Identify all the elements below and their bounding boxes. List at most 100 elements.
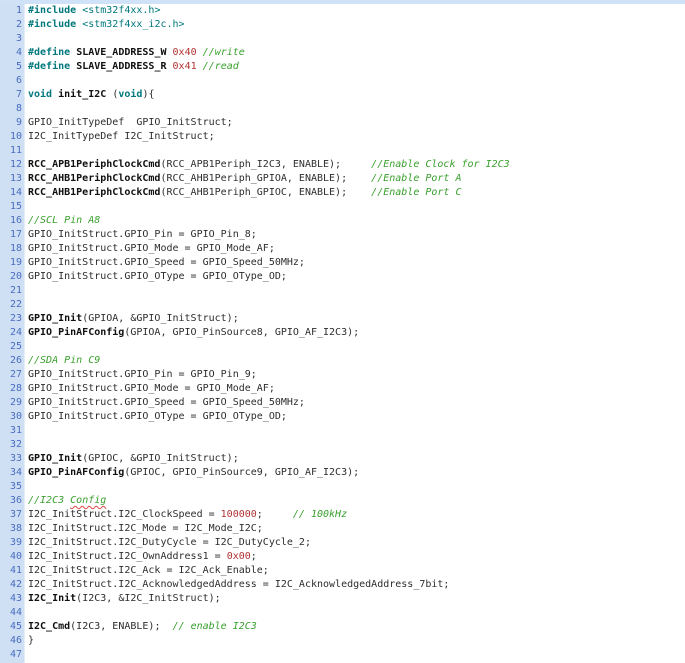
line-number[interactable]: 45 xyxy=(0,620,22,634)
code-text[interactable]: RCC_APB1PeriphClockCmd(RCC_APB1Periph_I2… xyxy=(28,158,510,172)
code-line[interactable]: 45 I2C_Cmd(I2C3, ENABLE); // enable I2C3 xyxy=(0,620,685,634)
line-number[interactable]: 4 xyxy=(0,46,22,60)
code-line[interactable]: 22 xyxy=(0,298,685,312)
line-number[interactable]: 19 xyxy=(0,256,22,270)
code-line[interactable]: 12 RCC_APB1PeriphClockCmd(RCC_APB1Periph_… xyxy=(0,158,685,172)
code-text[interactable]: GPIO_Init(GPIOA, &GPIO_InitStruct); xyxy=(28,312,239,326)
code-line[interactable]: 4 #define SLAVE_ADDRESS_W 0x40 //write xyxy=(0,46,685,60)
line-number[interactable]: 1 xyxy=(0,4,22,18)
line-number[interactable]: 14 xyxy=(0,186,22,200)
code-text[interactable]: I2C_InitStruct.I2C_DutyCycle = I2C_DutyC… xyxy=(28,536,311,550)
code-line[interactable]: 13 RCC_AHB1PeriphClockCmd(RCC_AHB1Periph_… xyxy=(0,172,685,186)
code-line[interactable]: 6 xyxy=(0,74,685,88)
line-number[interactable]: 29 xyxy=(0,396,22,410)
code-line[interactable]: 2 #include <stm32f4xx_i2c.h> xyxy=(0,18,685,32)
code-text[interactable]: RCC_AHB1PeriphClockCmd(RCC_AHB1Periph_GP… xyxy=(28,172,461,186)
line-number[interactable]: 12 xyxy=(0,158,22,172)
code-line[interactable]: 46} xyxy=(0,634,685,648)
code-line[interactable]: 28 GPIO_InitStruct.GPIO_Mode = GPIO_Mode_… xyxy=(0,382,685,396)
line-number[interactable]: 41 xyxy=(0,564,22,578)
code-text[interactable]: I2C_Init(I2C3, &I2C_InitStruct); xyxy=(28,592,221,606)
line-number[interactable]: 28 xyxy=(0,382,22,396)
line-number[interactable]: 47 xyxy=(0,648,22,662)
code-line[interactable]: 15 xyxy=(0,200,685,214)
code-text[interactable]: void init_I2C (void){ xyxy=(28,88,154,102)
code-line[interactable]: 20 GPIO_InitStruct.GPIO_OType = GPIO_OTyp… xyxy=(0,270,685,284)
line-number[interactable]: 8 xyxy=(0,102,22,116)
line-number[interactable]: 3 xyxy=(0,32,22,46)
code-text[interactable]: #define SLAVE_ADDRESS_W 0x40 //write xyxy=(28,46,245,60)
line-number[interactable]: 15 xyxy=(0,200,22,214)
code-text[interactable]: GPIO_InitStruct.GPIO_Pin = GPIO_Pin_9; xyxy=(28,368,257,382)
code-line[interactable]: 5 #define SLAVE_ADDRESS_R 0x41 //read xyxy=(0,60,685,74)
code-line[interactable]: 32 xyxy=(0,438,685,452)
code-text[interactable]: RCC_AHB1PeriphClockCmd(RCC_AHB1Periph_GP… xyxy=(28,186,461,200)
line-number[interactable]: 21 xyxy=(0,284,22,298)
code-line[interactable]: 18 GPIO_InitStruct.GPIO_Mode = GPIO_Mode_… xyxy=(0,242,685,256)
code-line[interactable]: 24 GPIO_PinAFConfig(GPIOA, GPIO_PinSource… xyxy=(0,326,685,340)
code-text[interactable]: I2C_Cmd(I2C3, ENABLE); // enable I2C3 xyxy=(28,620,257,634)
code-text[interactable]: GPIO_InitStruct.GPIO_OType = GPIO_OType_… xyxy=(28,270,287,284)
line-number[interactable]: 43 xyxy=(0,592,22,606)
code-text[interactable]: I2C_InitTypeDef I2C_InitStruct; xyxy=(28,130,215,144)
code-text[interactable]: GPIO_InitStruct.GPIO_Mode = GPIO_Mode_AF… xyxy=(28,382,275,396)
code-line[interactable]: 27 GPIO_InitStruct.GPIO_Pin = GPIO_Pin_9; xyxy=(0,368,685,382)
code-line[interactable]: 47 xyxy=(0,648,685,662)
code-line[interactable]: 44 xyxy=(0,606,685,620)
code-line[interactable]: 43 I2C_Init(I2C3, &I2C_InitStruct); xyxy=(0,592,685,606)
code-line[interactable]: 9 GPIO_InitTypeDef GPIO_InitStruct; xyxy=(0,116,685,130)
line-number[interactable]: 39 xyxy=(0,536,22,550)
line-number[interactable]: 31 xyxy=(0,424,22,438)
code-line[interactable]: 1 #include <stm32f4xx.h> xyxy=(0,4,685,18)
line-number[interactable]: 18 xyxy=(0,242,22,256)
line-number[interactable]: 37 xyxy=(0,508,22,522)
code-line[interactable]: 10 I2C_InitTypeDef I2C_InitStruct; xyxy=(0,130,685,144)
code-text[interactable]: I2C_InitStruct.I2C_Ack = I2C_Ack_Enable; xyxy=(28,564,269,578)
code-text[interactable]: GPIO_InitStruct.GPIO_Speed = GPIO_Speed_… xyxy=(28,396,305,410)
code-line[interactable]: 40 I2C_InitStruct.I2C_OwnAddress1 = 0x00; xyxy=(0,550,685,564)
code-text[interactable]: GPIO_Init(GPIOC, &GPIO_InitStruct); xyxy=(28,452,239,466)
code-line[interactable]: 19 GPIO_InitStruct.GPIO_Speed = GPIO_Spee… xyxy=(0,256,685,270)
code-line[interactable]: 34 GPIO_PinAFConfig(GPIOC, GPIO_PinSource… xyxy=(0,466,685,480)
code-line[interactable]: 26 //SDA Pin C9 xyxy=(0,354,685,368)
code-line[interactable]: 8 xyxy=(0,102,685,116)
code-line[interactable]: 16 //SCL Pin A8 xyxy=(0,214,685,228)
code-line[interactable]: 3 xyxy=(0,32,685,46)
code-text[interactable]: GPIO_PinAFConfig(GPIOC, GPIO_PinSource9,… xyxy=(28,466,359,480)
line-number[interactable]: 34 xyxy=(0,466,22,480)
code-line[interactable]: 17 GPIO_InitStruct.GPIO_Pin = GPIO_Pin_8; xyxy=(0,228,685,242)
line-number[interactable]: 22 xyxy=(0,298,22,312)
code-line[interactable]: 37 I2C_InitStruct.I2C_ClockSpeed = 100000… xyxy=(0,508,685,522)
line-number[interactable]: 23 xyxy=(0,312,22,326)
line-number[interactable]: 46 xyxy=(0,634,22,648)
code-line[interactable]: 25 xyxy=(0,340,685,354)
line-number[interactable]: 33 xyxy=(0,452,22,466)
code-text[interactable]: //SCL Pin A8 xyxy=(28,214,100,228)
line-number[interactable]: 36 xyxy=(0,494,22,508)
code-line[interactable]: 21 xyxy=(0,284,685,298)
code-text[interactable]: } xyxy=(28,634,34,648)
line-number[interactable]: 7 xyxy=(0,88,22,102)
line-number[interactable]: 5 xyxy=(0,60,22,74)
code-text[interactable]: #include <stm32f4xx.h> xyxy=(28,4,160,18)
code-text[interactable]: GPIO_InitStruct.GPIO_OType = GPIO_OType_… xyxy=(28,410,287,424)
line-number[interactable]: 2 xyxy=(0,18,22,32)
line-number[interactable]: 16 xyxy=(0,214,22,228)
line-number[interactable]: 24 xyxy=(0,326,22,340)
code-line[interactable]: 35 xyxy=(0,480,685,494)
code-line[interactable]: 30 GPIO_InitStruct.GPIO_OType = GPIO_OTyp… xyxy=(0,410,685,424)
line-number[interactable]: 32 xyxy=(0,438,22,452)
code-text[interactable]: //I2C3 Config xyxy=(28,494,106,508)
code-text[interactable]: GPIO_InitStruct.GPIO_Pin = GPIO_Pin_8; xyxy=(28,228,257,242)
line-number[interactable]: 10 xyxy=(0,130,22,144)
code-text[interactable]: GPIO_InitStruct.GPIO_Speed = GPIO_Speed_… xyxy=(28,256,305,270)
code-text[interactable]: //SDA Pin C9 xyxy=(28,354,100,368)
code-line[interactable]: 39 I2C_InitStruct.I2C_DutyCycle = I2C_Dut… xyxy=(0,536,685,550)
line-number[interactable]: 11 xyxy=(0,144,22,158)
line-number[interactable]: 17 xyxy=(0,228,22,242)
line-number[interactable]: 35 xyxy=(0,480,22,494)
code-text[interactable]: I2C_InitStruct.I2C_AcknowledgedAddress =… xyxy=(28,578,449,592)
code-line[interactable]: 23 GPIO_Init(GPIOA, &GPIO_InitStruct); xyxy=(0,312,685,326)
code-text[interactable]: I2C_InitStruct.I2C_Mode = I2C_Mode_I2C; xyxy=(28,522,263,536)
code-line[interactable]: 41 I2C_InitStruct.I2C_Ack = I2C_Ack_Enabl… xyxy=(0,564,685,578)
